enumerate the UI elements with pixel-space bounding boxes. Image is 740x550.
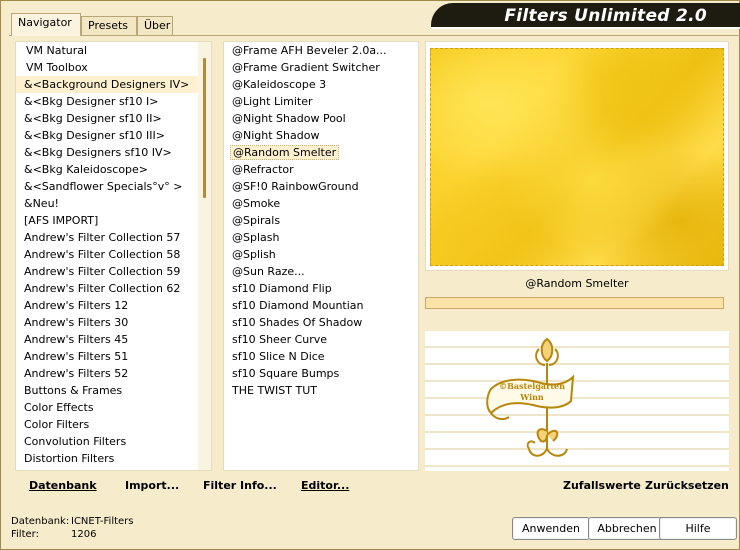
status-filter-value: 1206 <box>71 529 97 540</box>
filter-info-button[interactable]: Filter Info... <box>203 474 277 498</box>
category-scrollbar-thumb[interactable] <box>203 58 206 198</box>
database-button-label: Datenbank <box>29 479 97 492</box>
status-database-value: ICNET-Filters <box>71 516 134 527</box>
selected-filter-label: @Random Smelter <box>230 145 340 160</box>
status-area: Datenbank: ICNET-Filters Filter: 1206 <box>11 515 134 541</box>
filter-item[interactable]: @Frame AFH Beveler 2.0a... <box>224 42 418 59</box>
category-item[interactable]: Buttons & Frames <box>16 382 211 399</box>
logo-text-line1: ©Bastelgarten <box>499 381 565 391</box>
filter-item[interactable]: sf10 Diamond Mountian <box>224 297 418 314</box>
filter-item[interactable]: sf10 Slice N Dice <box>224 348 418 365</box>
category-item[interactable]: Color Effects <box>16 399 211 416</box>
category-item[interactable]: [AFS IMPORT] <box>16 212 211 229</box>
category-item[interactable]: Andrew's Filters 51 <box>16 348 211 365</box>
database-button[interactable]: Datenbank <box>29 474 97 498</box>
filter-info-button-label: Filter Info... <box>203 479 277 492</box>
import-button-label: Import... <box>125 479 180 492</box>
preview-progress-fill <box>426 298 723 308</box>
filter-item[interactable]: sf10 Sheer Curve <box>224 331 418 348</box>
category-scrollbar[interactable] <box>198 42 211 470</box>
editor-button-label: Editor... <box>301 479 350 492</box>
category-item[interactable]: Andrew's Filter Collection 57 <box>16 229 211 246</box>
category-item[interactable]: &<Bkg Designers sf10 IV> <box>16 144 211 161</box>
logo-text: ©Bastelgarten Winn <box>493 381 571 403</box>
category-item[interactable]: &<Bkg Designer sf10 II> <box>16 110 211 127</box>
logo-text-line2: Winn <box>520 392 544 402</box>
category-item[interactable]: &<Bkg Designer sf10 I> <box>16 93 211 110</box>
cancel-button[interactable]: Abbrechen <box>588 517 666 540</box>
category-item[interactable]: &<Bkg Kaleidoscope> <box>16 161 211 178</box>
category-item[interactable]: Andrew's Filters 45 <box>16 331 211 348</box>
filter-item[interactable]: sf10 Square Bumps <box>224 365 418 382</box>
parameter-area <box>425 311 729 329</box>
category-item[interactable]: VM Toolbox <box>16 59 211 76</box>
filter-item[interactable]: @Refractor <box>224 161 418 178</box>
apply-button[interactable]: Anwenden <box>512 517 590 540</box>
filters-unlimited-window: Filters Unlimited 2.0 Navigator Presets … <box>0 0 740 550</box>
preview-image <box>430 48 724 266</box>
category-item[interactable]: &Neu! <box>16 195 211 212</box>
tab-presets[interactable]: Presets <box>81 16 137 35</box>
filter-item[interactable]: @Frame Gradient Switcher <box>224 59 418 76</box>
tab-uber[interactable]: Über <box>137 16 173 35</box>
filter-list[interactable]: @Frame AFH Beveler 2.0a... @Frame Gradien… <box>223 41 419 471</box>
bottom-toolbar: Datenbank Import... Filter Info... Edito… <box>15 474 729 498</box>
filter-item[interactable]: @SF!0 RainbowGround <box>224 178 418 195</box>
filter-item[interactable]: @Night Shadow <box>224 127 418 144</box>
filter-item[interactable]: @Light Limiter <box>224 93 418 110</box>
reset-button[interactable]: Zurücksetzen <box>645 474 729 498</box>
filter-item[interactable]: sf10 Shades Of Shadow <box>224 314 418 331</box>
bastelgarten-logo: ©Bastelgarten Winn <box>481 331 577 471</box>
title-banner: Filters Unlimited 2.0 <box>431 3 740 29</box>
category-item[interactable]: &<Sandflower Specials°v° > <box>16 178 211 195</box>
filter-item[interactable]: @Random Smelter <box>224 144 418 161</box>
category-item[interactable]: Andrew's Filters 52 <box>16 365 211 382</box>
preview-filter-name: @Random Smelter <box>425 273 729 295</box>
filter-item[interactable]: @Splish <box>224 246 418 263</box>
status-database-key: Datenbank: <box>11 516 70 527</box>
filter-item[interactable]: sf10 Diamond Flip <box>224 280 418 297</box>
filter-item[interactable]: @Sun Raze... <box>224 263 418 280</box>
parameter-lines <box>425 331 729 471</box>
filter-item[interactable]: @Night Shadow Pool <box>224 110 418 127</box>
category-item[interactable]: Color Filters <box>16 416 211 433</box>
tab-navigator[interactable]: Navigator <box>11 13 81 36</box>
category-item[interactable]: &<Background Designers IV> <box>16 76 211 93</box>
filter-item[interactable]: THE TWIST TUT <box>224 382 418 399</box>
reset-button-label: Zurücksetzen <box>645 479 729 492</box>
random-values-button[interactable]: Zufallswerte <box>563 474 641 498</box>
category-item[interactable]: Andrew's Filters 12 <box>16 297 211 314</box>
status-filter-key: Filter: <box>11 529 39 540</box>
category-item[interactable]: Andrew's Filter Collection 62 <box>16 280 211 297</box>
app-title: Filters Unlimited 2.0 <box>504 6 707 26</box>
import-button[interactable]: Import... <box>125 474 179 498</box>
category-item[interactable]: Distortion Filters <box>16 450 211 467</box>
help-button[interactable]: Hilfe <box>659 517 737 540</box>
filter-item[interactable]: @Splash <box>224 229 418 246</box>
preview-progress-bar <box>425 297 724 309</box>
category-item[interactable]: Andrew's Filter Collection 59 <box>16 263 211 280</box>
category-list[interactable]: VM Natural VM Toolbox &<Background Designe… <box>15 41 212 471</box>
editor-button[interactable]: Editor... <box>301 474 349 498</box>
filter-item[interactable]: @Kaleidoscope 3 <box>224 76 418 93</box>
category-item[interactable]: VM Natural <box>16 42 211 59</box>
random-values-button-label: Zufallswerte <box>563 479 641 492</box>
category-item[interactable]: Andrew's Filter Collection 58 <box>16 246 211 263</box>
category-item[interactable]: Andrew's Filters 30 <box>16 314 211 331</box>
preview-panel <box>425 41 729 271</box>
filter-item[interactable]: @Smoke <box>224 195 418 212</box>
filter-item[interactable]: @Spirals <box>224 212 418 229</box>
category-item[interactable]: &<Bkg Designer sf10 III> <box>16 127 211 144</box>
category-item[interactable]: Convolution Filters <box>16 433 211 450</box>
